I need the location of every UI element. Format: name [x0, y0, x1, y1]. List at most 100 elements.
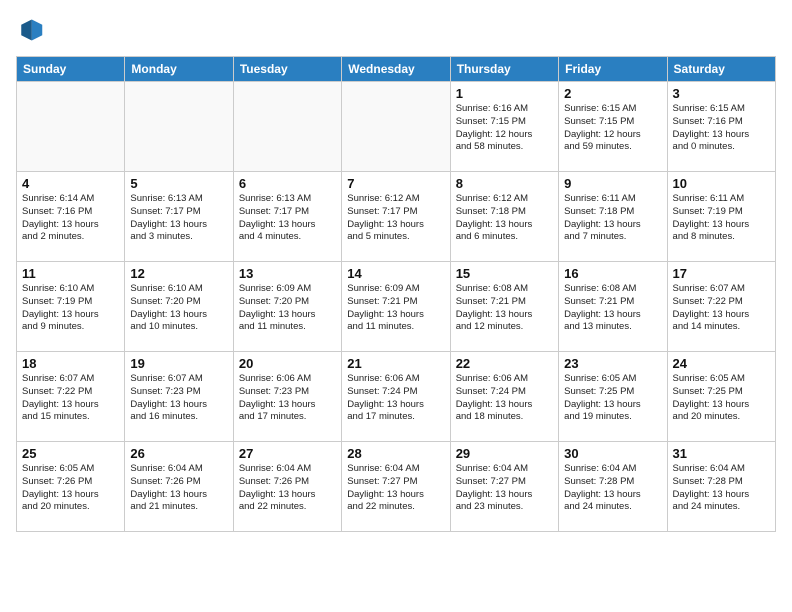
calendar-cell: 21 Sunrise: 6:06 AMSunset: 7:24 PMDayligh…: [342, 352, 450, 442]
cell-info: Sunrise: 6:04 AMSunset: 7:28 PMDaylight:…: [564, 463, 661, 514]
calendar-cell: 7 Sunrise: 6:12 AMSunset: 7:17 PMDaylight…: [342, 172, 450, 262]
calendar-cell: 16 Sunrise: 6:08 AMSunset: 7:21 PMDayligh…: [559, 262, 667, 352]
calendar-cell: 23 Sunrise: 6:05 AMSunset: 7:25 PMDayligh…: [559, 352, 667, 442]
calendar-cell: 18 Sunrise: 6:07 AMSunset: 7:22 PMDayligh…: [17, 352, 125, 442]
day-number: 19: [130, 356, 227, 371]
weekday-header: Thursday: [450, 57, 558, 82]
weekday-header: Sunday: [17, 57, 125, 82]
calendar-cell: 3Sunrise: 6:15 AMSunset: 7:16 PMDaylight…: [667, 82, 775, 172]
cell-info: Sunrise: 6:04 AMSunset: 7:28 PMDaylight:…: [673, 463, 770, 514]
cell-info: Sunrise: 6:04 AMSunset: 7:27 PMDaylight:…: [347, 463, 444, 514]
cell-info: Sunrise: 6:10 AMSunset: 7:19 PMDaylight:…: [22, 283, 119, 334]
day-number: 24: [673, 356, 770, 371]
cell-info: Sunrise: 6:12 AMSunset: 7:18 PMDaylight:…: [456, 193, 553, 244]
calendar-cell: 9 Sunrise: 6:11 AMSunset: 7:18 PMDaylight…: [559, 172, 667, 262]
cell-info: Sunrise: 6:06 AMSunset: 7:24 PMDaylight:…: [347, 373, 444, 424]
logo-icon: [16, 16, 44, 44]
calendar-cell: 10Sunrise: 6:11 AMSunset: 7:19 PMDayligh…: [667, 172, 775, 262]
calendar-cell: 1 Sunrise: 6:16 AMSunset: 7:15 PMDaylight…: [450, 82, 558, 172]
day-number: 15: [456, 266, 553, 281]
calendar-cell: [342, 82, 450, 172]
weekday-header: Saturday: [667, 57, 775, 82]
day-number: 28: [347, 446, 444, 461]
day-number: 16: [564, 266, 661, 281]
calendar-cell: 2 Sunrise: 6:15 AMSunset: 7:15 PMDaylight…: [559, 82, 667, 172]
calendar-cell: 27 Sunrise: 6:04 AMSunset: 7:26 PMDayligh…: [233, 442, 341, 532]
cell-info: Sunrise: 6:09 AMSunset: 7:20 PMDaylight:…: [239, 283, 336, 334]
day-number: 14: [347, 266, 444, 281]
cell-info: Sunrise: 6:08 AMSunset: 7:21 PMDaylight:…: [564, 283, 661, 334]
calendar-cell: 4 Sunrise: 6:14 AMSunset: 7:16 PMDaylight…: [17, 172, 125, 262]
calendar-cell: 11 Sunrise: 6:10 AMSunset: 7:19 PMDayligh…: [17, 262, 125, 352]
cell-info: Sunrise: 6:16 AMSunset: 7:15 PMDaylight:…: [456, 103, 553, 154]
day-number: 9: [564, 176, 661, 191]
calendar-cell: 24 Sunrise: 6:05 AMSunset: 7:25 PMDayligh…: [667, 352, 775, 442]
calendar-cell: [17, 82, 125, 172]
day-number: 11: [22, 266, 119, 281]
calendar-cell: 14Sunrise: 6:09 AMSunset: 7:21 PMDayligh…: [342, 262, 450, 352]
day-number: 26: [130, 446, 227, 461]
cell-info: Sunrise: 6:11 AMSunset: 7:18 PMDaylight:…: [564, 193, 661, 244]
cell-info: Sunrise: 6:07 AMSunset: 7:22 PMDaylight:…: [673, 283, 770, 334]
cell-info: Sunrise: 6:07 AMSunset: 7:22 PMDaylight:…: [22, 373, 119, 424]
cell-info: Sunrise: 6:10 AMSunset: 7:20 PMDaylight:…: [130, 283, 227, 334]
calendar-cell: 28 Sunrise: 6:04 AMSunset: 7:27 PMDayligh…: [342, 442, 450, 532]
cell-info: Sunrise: 6:13 AMSunset: 7:17 PMDaylight:…: [130, 193, 227, 244]
weekday-header: Tuesday: [233, 57, 341, 82]
day-number: 12: [130, 266, 227, 281]
day-number: 21: [347, 356, 444, 371]
day-number: 5: [130, 176, 227, 191]
day-number: 27: [239, 446, 336, 461]
cell-info: Sunrise: 6:15 AMSunset: 7:15 PMDaylight:…: [564, 103, 661, 154]
calendar-cell: 22Sunrise: 6:06 AMSunset: 7:24 PMDayligh…: [450, 352, 558, 442]
day-number: 23: [564, 356, 661, 371]
weekday-header: Wednesday: [342, 57, 450, 82]
day-number: 1: [456, 86, 553, 101]
day-number: 18: [22, 356, 119, 371]
cell-info: Sunrise: 6:04 AMSunset: 7:26 PMDaylight:…: [239, 463, 336, 514]
cell-info: Sunrise: 6:08 AMSunset: 7:21 PMDaylight:…: [456, 283, 553, 334]
calendar-cell: [125, 82, 233, 172]
day-number: 7: [347, 176, 444, 191]
calendar-cell: 8 Sunrise: 6:12 AMSunset: 7:18 PMDaylight…: [450, 172, 558, 262]
day-number: 25: [22, 446, 119, 461]
cell-info: Sunrise: 6:05 AMSunset: 7:26 PMDaylight:…: [22, 463, 119, 514]
cell-info: Sunrise: 6:05 AMSunset: 7:25 PMDaylight:…: [564, 373, 661, 424]
day-number: 4: [22, 176, 119, 191]
day-number: 8: [456, 176, 553, 191]
calendar-cell: 5 Sunrise: 6:13 AMSunset: 7:17 PMDaylight…: [125, 172, 233, 262]
calendar-cell: 12 Sunrise: 6:10 AMSunset: 7:20 PMDayligh…: [125, 262, 233, 352]
cell-info: Sunrise: 6:13 AMSunset: 7:17 PMDaylight:…: [239, 193, 336, 244]
calendar-cell: 15 Sunrise: 6:08 AMSunset: 7:21 PMDayligh…: [450, 262, 558, 352]
calendar-cell: 19 Sunrise: 6:07 AMSunset: 7:23 PMDayligh…: [125, 352, 233, 442]
day-number: 17: [673, 266, 770, 281]
calendar: SundayMondayTuesdayWednesdayThursdayFrid…: [16, 56, 776, 532]
cell-info: Sunrise: 6:07 AMSunset: 7:23 PMDaylight:…: [130, 373, 227, 424]
cell-info: Sunrise: 6:04 AMSunset: 7:26 PMDaylight:…: [130, 463, 227, 514]
calendar-cell: 31 Sunrise: 6:04 AMSunset: 7:28 PMDayligh…: [667, 442, 775, 532]
page-header: [16, 16, 776, 44]
day-number: 20: [239, 356, 336, 371]
cell-info: Sunrise: 6:15 AMSunset: 7:16 PMDaylight:…: [673, 103, 770, 154]
calendar-cell: 30Sunrise: 6:04 AMSunset: 7:28 PMDayligh…: [559, 442, 667, 532]
cell-info: Sunrise: 6:14 AMSunset: 7:16 PMDaylight:…: [22, 193, 119, 244]
day-number: 6: [239, 176, 336, 191]
calendar-cell: 29 Sunrise: 6:04 AMSunset: 7:27 PMDayligh…: [450, 442, 558, 532]
calendar-cell: 17 Sunrise: 6:07 AMSunset: 7:22 PMDayligh…: [667, 262, 775, 352]
day-number: 2: [564, 86, 661, 101]
calendar-cell: 20 Sunrise: 6:06 AMSunset: 7:23 PMDayligh…: [233, 352, 341, 442]
day-number: 31: [673, 446, 770, 461]
weekday-header: Friday: [559, 57, 667, 82]
day-number: 29: [456, 446, 553, 461]
calendar-cell: 25 Sunrise: 6:05 AMSunset: 7:26 PMDayligh…: [17, 442, 125, 532]
calendar-cell: 26 Sunrise: 6:04 AMSunset: 7:26 PMDayligh…: [125, 442, 233, 532]
cell-info: Sunrise: 6:06 AMSunset: 7:24 PMDaylight:…: [456, 373, 553, 424]
cell-info: Sunrise: 6:05 AMSunset: 7:25 PMDaylight:…: [673, 373, 770, 424]
calendar-cell: [233, 82, 341, 172]
weekday-header: Monday: [125, 57, 233, 82]
cell-info: Sunrise: 6:04 AMSunset: 7:27 PMDaylight:…: [456, 463, 553, 514]
calendar-cell: 6 Sunrise: 6:13 AMSunset: 7:17 PMDaylight…: [233, 172, 341, 262]
cell-info: Sunrise: 6:06 AMSunset: 7:23 PMDaylight:…: [239, 373, 336, 424]
cell-info: Sunrise: 6:11 AMSunset: 7:19 PMDaylight:…: [673, 193, 770, 244]
cell-info: Sunrise: 6:12 AMSunset: 7:17 PMDaylight:…: [347, 193, 444, 244]
